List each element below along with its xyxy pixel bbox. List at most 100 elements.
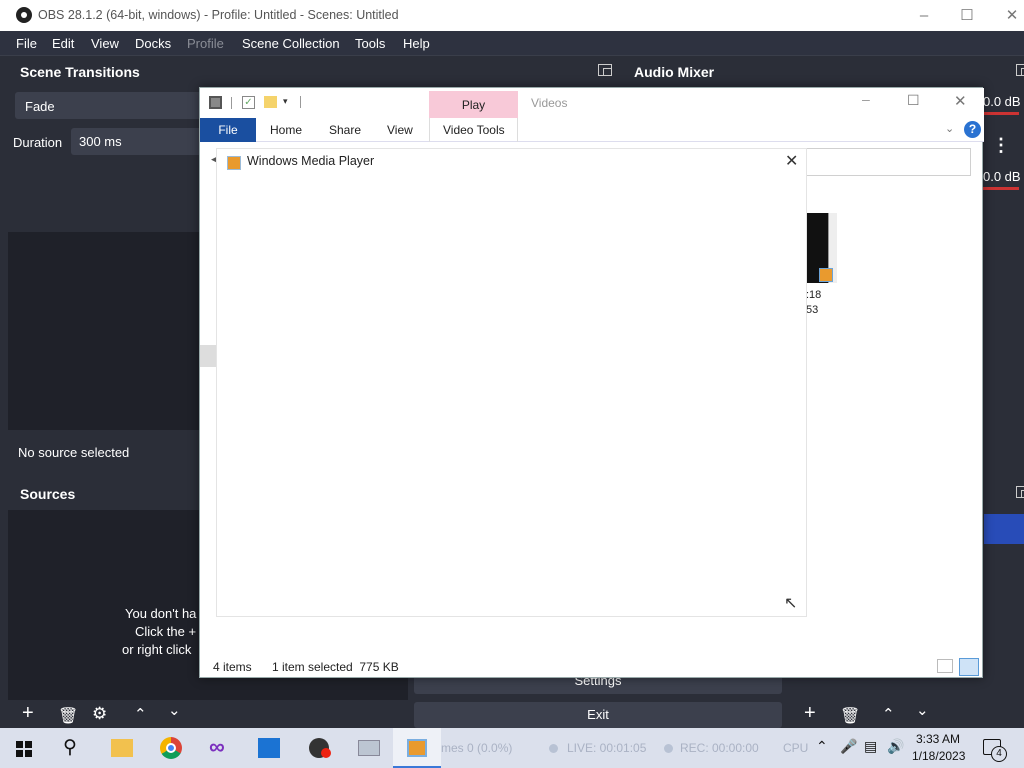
menu-edit[interactable]: Edit [52, 36, 74, 51]
move-up-icon[interactable]: ⌃ [134, 705, 147, 723]
network-icon[interactable]: ▤ [864, 738, 877, 755]
dock-float-icon[interactable] [1016, 64, 1024, 76]
exit-button[interactable]: Exit [414, 702, 782, 728]
remove-source-icon[interactable]: 🗑 [58, 706, 78, 726]
photos-icon [358, 740, 380, 756]
sources-empty-line3: or right click [122, 642, 192, 657]
dock-float-icon[interactable] [598, 64, 612, 76]
scrollbar-thumb[interactable] [200, 345, 216, 367]
obs-rec-status: REC: 00:00:00 [680, 741, 759, 755]
tab-video-tools[interactable]: Video Tools [443, 123, 505, 137]
large-icons-view-icon[interactable] [959, 658, 979, 676]
thumbnail-label-2: 53 [806, 304, 819, 316]
quick-access-dropdown-icon[interactable]: ▾ [283, 96, 288, 107]
obs-title-bar: OBS 28.1.2 (64-bit, windows) - Profile: … [0, 0, 1024, 31]
dock-float-icon[interactable] [1016, 486, 1024, 498]
wmp-taskbar-icon [407, 739, 427, 757]
scene-up-icon[interactable]: ⌃ [882, 705, 895, 723]
search-taskbar-button[interactable]: ⚲ [48, 728, 96, 768]
expand-ribbon-icon[interactable]: ⌄ [945, 122, 954, 135]
file-explorer-taskbar-button[interactable] [97, 728, 145, 768]
obs-frames-status: mes 0 (0.0%) [441, 741, 513, 755]
tab-home[interactable]: Home [270, 123, 302, 137]
explorer-title: Videos [531, 96, 568, 110]
media-taskbar-button[interactable] [345, 728, 393, 768]
obs-window-title: OBS 28.1.2 (64-bit, windows) - Profile: … [38, 8, 399, 22]
source-properties-icon[interactable]: ⚙ [92, 704, 107, 724]
add-scene-icon[interactable]: + [804, 702, 816, 725]
ribbon-tabs: File Home Share View Video Tools ⌄ ? [200, 118, 984, 142]
duration-input[interactable]: 300 ms [71, 128, 205, 155]
explorer-titlebar: ✓ ▾ Play Videos – ☐ ✕ [200, 88, 984, 118]
remove-scene-icon[interactable]: 🗑 [840, 706, 860, 726]
notification-count-badge: 4 [991, 746, 1007, 762]
play-context-tab[interactable]: Play [429, 91, 518, 118]
duration-label: Duration [13, 135, 63, 150]
sources-empty-line1: You don't ha [125, 606, 197, 621]
start-button[interactable] [0, 728, 48, 768]
clock-time[interactable]: 3:33 AM [916, 732, 960, 746]
sources-title: Sources [20, 486, 76, 502]
wmp-dialog: Windows Media Player ✕ ↖ [216, 148, 807, 617]
explorer-close-button[interactable]: ✕ [954, 92, 967, 110]
mixer-level-2: 0.0 dB [983, 169, 1021, 184]
wmp-taskbar-button[interactable] [393, 728, 441, 768]
menu-view[interactable]: View [91, 36, 119, 51]
close-button[interactable]: ✕ [990, 0, 1024, 31]
help-icon[interactable]: ? [964, 121, 981, 138]
search-input[interactable] [806, 148, 971, 176]
show-hidden-icons-icon[interactable]: ⌃ [816, 738, 828, 755]
obs-taskbar-button[interactable] [295, 728, 343, 768]
obs-logo-icon [16, 7, 32, 23]
scene-down-icon[interactable]: ⌄ [916, 701, 929, 719]
properties-icon[interactable]: ✓ [242, 96, 255, 109]
explorer-maximize-button[interactable]: ☐ [907, 92, 920, 109]
audio-mixer-title: Audio Mixer [634, 64, 715, 80]
selection-info: 1 item selected 775 KB [272, 660, 399, 674]
new-folder-icon[interactable] [264, 96, 277, 108]
video-icon [209, 96, 222, 109]
minimize-button[interactable]: – [902, 0, 946, 31]
selected-scene-highlight[interactable] [984, 514, 1024, 544]
details-view-icon[interactable] [937, 659, 953, 673]
menu-scene-collection[interactable]: Scene Collection [242, 36, 340, 51]
volume-meter-2 [983, 187, 1019, 190]
clock-date[interactable]: 1/18/2023 [912, 749, 965, 763]
menu-help[interactable]: Help [403, 36, 430, 51]
scene-transitions-title: Scene Transitions [20, 64, 140, 80]
mixer-level-1: 0.0 dB [983, 94, 1021, 109]
menu-docks[interactable]: Docks [135, 36, 171, 51]
add-source-icon[interactable]: + [22, 702, 34, 725]
explorer-minimize-button[interactable]: – [862, 91, 870, 107]
menu-tools[interactable]: Tools [355, 36, 385, 51]
store-icon [258, 738, 280, 758]
store-taskbar-button[interactable] [245, 728, 293, 768]
tab-view[interactable]: View [387, 123, 413, 137]
wmp-title: Windows Media Player [247, 154, 375, 168]
tab-share[interactable]: Share [329, 123, 361, 137]
media-player-badge-icon [819, 268, 833, 282]
menu-profile[interactable]: Profile [187, 36, 224, 51]
tab-file[interactable]: File [200, 118, 256, 142]
folder-icon [111, 739, 133, 757]
no-source-label: No source selected [18, 445, 130, 460]
mouse-cursor-icon: ↖ [784, 595, 798, 612]
move-down-icon[interactable]: ⌄ [168, 701, 181, 719]
obs-live-status: LIVE: 00:01:05 [567, 741, 647, 755]
wmp-icon [227, 156, 241, 170]
visual-studio-taskbar-button[interactable]: ∞ [196, 728, 244, 768]
microphone-icon[interactable]: 🎤 [840, 738, 857, 755]
menu-file[interactable]: File [16, 36, 37, 51]
mixer-menu-icon[interactable]: ⋮ [992, 135, 1010, 156]
chrome-taskbar-button[interactable] [147, 728, 195, 768]
wmp-close-button[interactable]: ✕ [785, 151, 798, 171]
transition-select[interactable]: Fade [15, 92, 205, 119]
sources-empty-line2: Click the + [135, 624, 197, 639]
search-icon: ⚲ [63, 737, 77, 758]
explorer-statusbar: 4 items 1 item selected 775 KB [200, 657, 984, 679]
thumbnail-label-1: :18 [806, 289, 822, 301]
visual-studio-icon: ∞ [209, 734, 225, 759]
volume-icon[interactable]: 🔊 [887, 738, 904, 755]
volume-meter-1 [983, 112, 1019, 115]
maximize-button[interactable]: ☐ [945, 0, 989, 31]
